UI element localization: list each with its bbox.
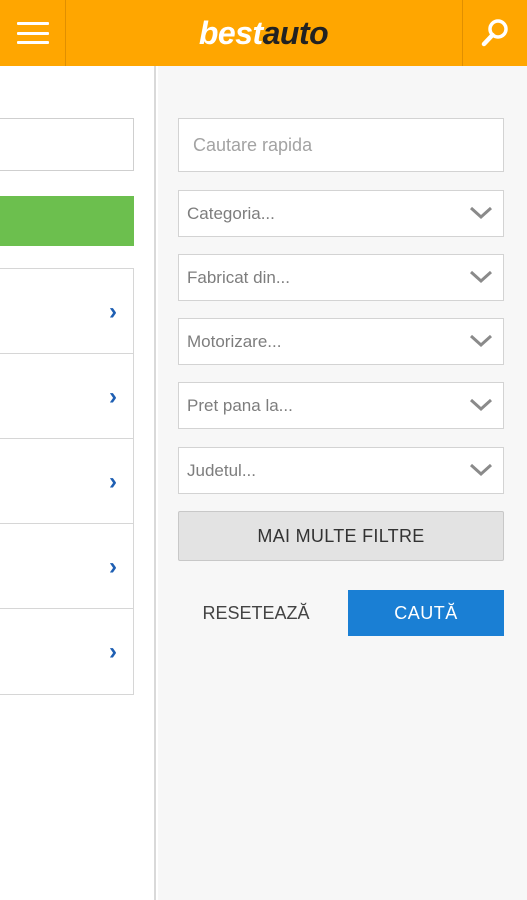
app-header: best auto [0,0,527,66]
content-search-field[interactable] [0,118,134,171]
main-content-panel: › › › › › [0,66,156,900]
search-submit-button[interactable]: CAUTĂ [348,590,504,636]
county-select[interactable]: Judetul... [178,447,504,494]
list-item[interactable]: › [0,439,133,524]
category-select[interactable]: Categoria... [178,190,504,237]
menu-button[interactable] [0,0,66,66]
chevron-down-icon [469,463,493,477]
brand-part-1: best [198,14,263,51]
chevron-down-icon [469,398,493,412]
chevron-down-icon [469,206,493,220]
brand-logo: best auto [0,0,527,66]
category-select-value: Categoria... [187,203,275,223]
reset-button[interactable]: RESETEAZĂ [186,590,326,636]
quick-search-placeholder: Cautare rapida [193,134,313,155]
hamburger-icon [16,22,49,44]
chevron-right-icon: › [109,552,117,580]
search-icon [481,19,508,47]
county-select-value: Judetul... [187,460,256,480]
chevron-down-icon [469,270,493,284]
year-select-value: Fabricat din... [187,267,290,287]
filter-drawer: Cautare rapida Categoria... Fabricat din… [158,66,527,900]
list-item[interactable]: › [0,524,133,609]
category-list: › › › › › [0,268,134,695]
price-select-value: Pret pana la... [187,395,293,415]
chevron-right-icon: › [109,467,117,495]
list-item[interactable]: › [0,269,133,354]
quick-search-input[interactable]: Cautare rapida [178,118,504,172]
more-filters-button[interactable]: MAI MULTE FILTRE [178,511,504,561]
price-select[interactable]: Pret pana la... [178,382,504,429]
chevron-right-icon: › [109,637,117,665]
header-search-button[interactable] [462,0,527,66]
list-item[interactable]: › [0,609,133,694]
chevron-down-icon [469,334,493,348]
list-item[interactable]: › [0,354,133,439]
chevron-right-icon: › [109,297,117,325]
engine-select[interactable]: Motorizare... [178,318,504,365]
brand-part-2: auto [262,14,329,51]
year-select[interactable]: Fabricat din... [178,254,504,301]
chevron-right-icon: › [109,382,117,410]
green-action-bar[interactable] [0,196,134,246]
engine-select-value: Motorizare... [187,331,282,351]
